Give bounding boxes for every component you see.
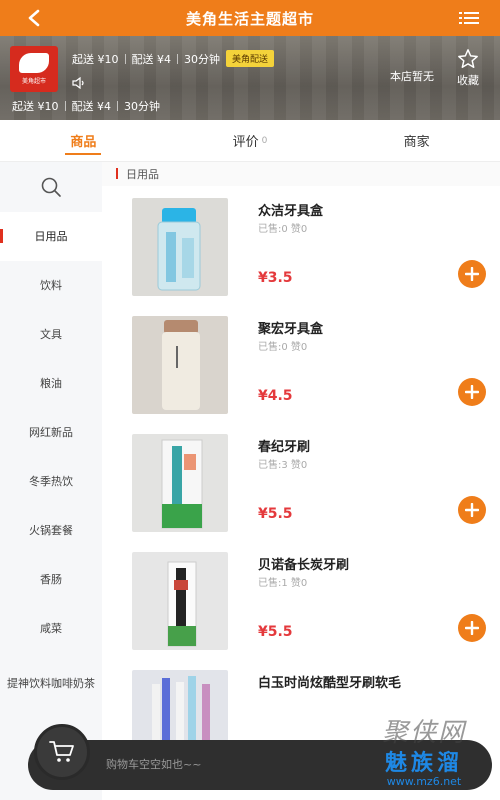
delivery-fee: 配送 ¥4 xyxy=(131,52,172,66)
tab-label: 评价 xyxy=(232,135,259,150)
product-name: 众洁牙具盒 xyxy=(258,204,324,219)
plus-icon xyxy=(465,385,479,399)
product-sales: 已售:0 赞0 xyxy=(258,224,308,235)
app-root: 美角生活主题超市 美角超市 起送 ¥10 配送 ¥4 30分钟 美角配送 本店暂… xyxy=(0,0,500,800)
product-item[interactable]: 春纪牙刷 已售:3 赞0 ¥5.5 xyxy=(102,422,500,540)
favorite-button[interactable]: 收藏 xyxy=(448,48,488,88)
min-order: 起送 ¥10 xyxy=(72,52,119,66)
divider xyxy=(117,101,118,111)
product-sales: 已售:0 赞0 xyxy=(258,342,308,353)
search-icon xyxy=(41,177,61,197)
store-info-row-secondary: 起送 ¥10 配送 ¥4 30分钟 xyxy=(12,98,160,114)
delivery-time: 30分钟 xyxy=(124,100,160,113)
add-to-cart-button[interactable] xyxy=(458,496,486,524)
delivery-badge: 美角配送 xyxy=(226,50,275,67)
add-to-cart-button[interactable] xyxy=(458,378,486,406)
product-item[interactable]: 众洁牙具盒 已售:0 赞0 ¥3.5 xyxy=(102,186,500,304)
divider xyxy=(124,53,126,64)
sidebar-item-stationery[interactable]: 文具 xyxy=(0,310,102,359)
plus-icon xyxy=(465,267,479,281)
min-order: 起送 ¥10 xyxy=(12,100,59,113)
product-image xyxy=(132,198,228,296)
category-header: 日用品 xyxy=(102,162,500,186)
product-price: ¥5.5 xyxy=(258,624,293,640)
product-sales: 已售:1 赞0 xyxy=(258,578,308,589)
delivery-time: 30分钟 xyxy=(184,52,220,66)
watermark-script: 聚侠网 xyxy=(381,718,466,748)
tab-label: 商品 xyxy=(70,135,97,150)
sidebar-item-drinks[interactable]: 饮料 xyxy=(0,261,102,310)
sidebar-item-daily[interactable]: 日用品 xyxy=(0,212,102,261)
add-to-cart-button[interactable] xyxy=(458,614,486,642)
tab-label: 商家 xyxy=(403,135,430,150)
cart-button[interactable] xyxy=(34,724,90,780)
product-name: 白玉时尚炫酷型牙刷软毛 xyxy=(258,676,402,691)
search-button[interactable] xyxy=(0,162,102,212)
product-name: 贝诺备长炭牙刷 xyxy=(258,558,350,573)
sidebar-item-trending[interactable]: 网红新品 xyxy=(0,408,102,457)
watermark: 聚侠网 魅族溜 www.mz6.net xyxy=(364,712,484,798)
shopping-cart-icon xyxy=(49,741,74,762)
product-item[interactable]: 聚宏牙具盒 已售:0 赞0 ¥4.5 xyxy=(102,304,500,422)
product-name: 春纪牙刷 xyxy=(258,440,311,455)
store-notice: 本店暂无 xyxy=(390,70,434,83)
plus-icon xyxy=(465,621,479,635)
plus-icon xyxy=(465,503,479,517)
page-title: 美角生活主题超市 xyxy=(185,9,314,28)
sidebar-item-sausage[interactable]: 香肠 xyxy=(0,555,102,604)
watermark-brand: 魅族溜 xyxy=(384,751,463,776)
tab-products[interactable]: 商品 xyxy=(0,120,167,161)
sidebar-item-grain-oil[interactable]: 粮油 xyxy=(0,359,102,408)
product-name: 聚宏牙具盒 xyxy=(258,322,324,337)
back-icon[interactable] xyxy=(22,6,46,30)
store-banner: 美角超市 起送 ¥10 配送 ¥4 30分钟 美角配送 本店暂无 收藏 起送 ¥… xyxy=(0,36,500,120)
review-count: 0 xyxy=(261,135,268,146)
tab-merchant[interactable]: 商家 xyxy=(333,120,500,161)
sidebar-item-coffee-tea[interactable]: 提神饮料咖啡奶茶 xyxy=(0,653,102,713)
tab-bar: 商品 评价 0 商家 xyxy=(0,120,500,162)
divider xyxy=(177,53,178,64)
tab-reviews[interactable]: 评价 0 xyxy=(167,120,334,161)
list-menu-icon[interactable] xyxy=(458,8,480,28)
store-logo: 美角超市 xyxy=(10,46,58,92)
product-list: 日用品 众洁牙具盒 已售:0 赞0 ¥3.5 聚宏牙具盒 已售:0 赞0 ¥4.… xyxy=(102,162,500,800)
add-to-cart-button[interactable] xyxy=(458,260,486,288)
sidebar-item-pickles[interactable]: 咸菜 xyxy=(0,604,102,653)
sidebar-item-hotpot[interactable]: 火锅套餐 xyxy=(0,506,102,555)
product-image xyxy=(132,434,228,532)
product-image xyxy=(132,316,228,414)
product-price: ¥5.5 xyxy=(258,506,293,522)
product-price: ¥3.5 xyxy=(258,270,293,286)
category-title: 日用品 xyxy=(126,168,159,181)
cart-empty-text: 购物车空空如也~~ xyxy=(106,758,202,771)
product-sales: 已售:3 赞0 xyxy=(258,460,308,471)
logo-text: 美角超市 xyxy=(21,78,46,85)
product-item[interactable]: 贝诺备长炭牙刷 已售:1 赞0 ¥5.5 xyxy=(102,540,500,658)
divider xyxy=(64,101,66,111)
delivery-fee: 配送 ¥4 xyxy=(71,100,112,113)
star-icon xyxy=(458,49,478,68)
sidebar-item-winter-drinks[interactable]: 冬季热饮 xyxy=(0,457,102,506)
category-sidebar: 日用品 饮料 文具 粮油 网红新品 冬季热饮 火锅套餐 香肠 咸菜 提神饮料咖啡… xyxy=(0,162,102,800)
logo-mark xyxy=(19,53,49,73)
product-price: ¥4.5 xyxy=(258,388,293,404)
store-info-row: 起送 ¥10 配送 ¥4 30分钟 美角配送 xyxy=(72,50,275,67)
favorite-label: 收藏 xyxy=(457,74,479,87)
top-bar: 美角生活主题超市 xyxy=(0,0,500,36)
watermark-url: www.mz6.net xyxy=(386,775,462,788)
product-image xyxy=(132,552,228,650)
speaker-icon xyxy=(72,74,86,90)
